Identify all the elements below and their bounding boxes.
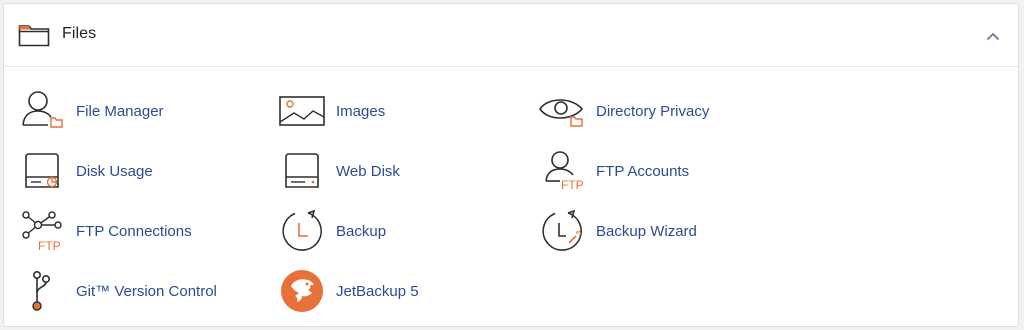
ftp-accounts-link[interactable]: FTP FTP Accounts (538, 149, 689, 193)
folder-icon (18, 23, 50, 47)
backup-wizard-icon (538, 209, 586, 253)
file-manager-link[interactable]: File Manager (18, 89, 164, 133)
ftp-connections-icon: FTP (18, 209, 66, 253)
item-label: Backup (336, 222, 387, 240)
panel-title: Files (62, 25, 97, 42)
ftp-text: FTP (561, 178, 584, 192)
jetbackup-icon (278, 269, 326, 313)
jetbackup-link[interactable]: JetBackup 5 (278, 269, 419, 313)
item-label: JetBackup 5 (336, 282, 419, 300)
directory-privacy-icon (538, 89, 586, 133)
images-link[interactable]: Images (278, 89, 385, 133)
git-version-control-link[interactable]: Git™ Version Control (18, 269, 217, 313)
backup-wizard-link[interactable]: Backup Wizard (538, 209, 697, 253)
item-label: Git™ Version Control (76, 282, 217, 300)
ftp-text: FTP (38, 239, 61, 253)
git-version-control-icon (18, 269, 66, 313)
images-icon (278, 89, 326, 133)
disk-usage-icon (18, 149, 66, 193)
item-label: Images (336, 102, 386, 120)
item-label: File Manager (76, 102, 164, 120)
item-label: Directory Privacy (596, 102, 710, 120)
backup-link[interactable]: Backup (278, 209, 386, 253)
directory-privacy-link[interactable]: Directory Privacy (538, 89, 709, 133)
item-label: FTP Connections (76, 222, 192, 240)
item-label: Disk Usage (76, 162, 153, 180)
backup-icon (278, 209, 326, 253)
web-disk-icon (278, 149, 326, 193)
panel-header[interactable]: Files (4, 4, 1018, 67)
ftp-accounts-icon: FTP (538, 149, 586, 193)
item-label: FTP Accounts (596, 162, 690, 180)
ftp-connections-link[interactable]: FTP FTP Connections (18, 209, 192, 253)
disk-usage-link[interactable]: Disk Usage (18, 149, 153, 193)
chevron-up-icon[interactable] (982, 26, 1004, 46)
files-panel: Files File Manager Images Directory Priv… (3, 3, 1019, 327)
item-label: Web Disk (336, 162, 400, 180)
web-disk-link[interactable]: Web Disk (278, 149, 400, 193)
file-manager-icon (18, 89, 66, 133)
item-label: Backup Wizard (596, 222, 697, 240)
